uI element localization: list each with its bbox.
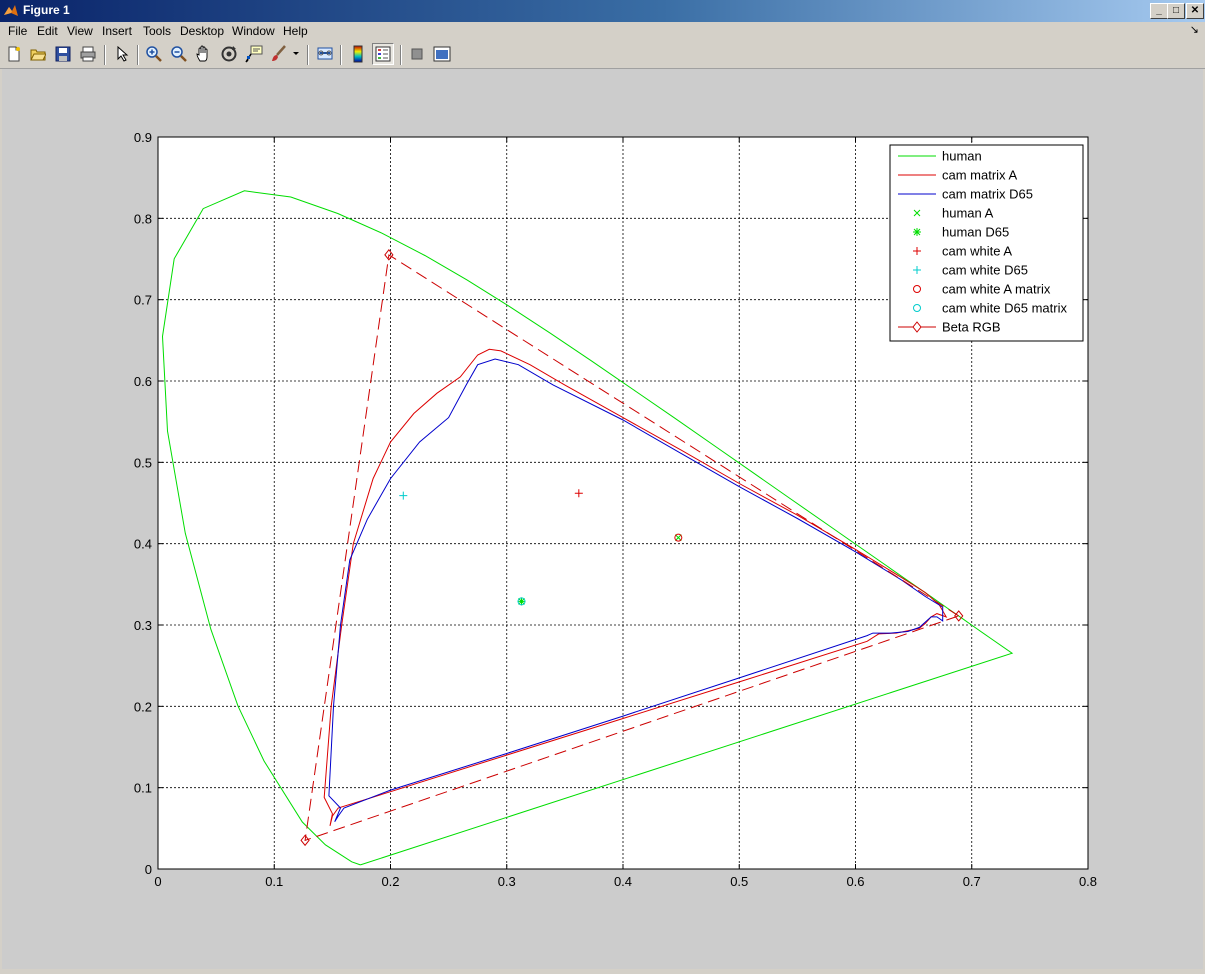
- menu-file[interactable]: File: [7, 24, 28, 38]
- y-tick-label: 0.5: [134, 455, 152, 470]
- x-tick-label: 0: [154, 874, 161, 889]
- legend-label: cam white A matrix: [942, 282, 1051, 297]
- y-tick-label: 0.6: [134, 374, 152, 389]
- figure-canvas: 0 0.1 0.2 0.3 0.4 0.5 0.6 0.7 0.8 0 0.1 0.2 0.3 0.4 0.…: [2, 69, 1203, 969]
- legend-swatch-marker: [913, 228, 921, 236]
- print-button[interactable]: [77, 43, 99, 65]
- x-tick-label: 0.8: [1079, 874, 1097, 889]
- figure-toolbar: [0, 41, 1205, 69]
- toolbar-separator: [340, 45, 342, 65]
- menu-bar: File Edit View Insert Tools Desktop Wind…: [0, 22, 1205, 41]
- link-plot-icon: [317, 47, 333, 60]
- print-icon: [80, 46, 96, 62]
- hide-plot-tools-button[interactable]: [406, 43, 428, 65]
- legend-label: human D65: [942, 225, 1009, 240]
- zoom-in-icon: [146, 46, 162, 62]
- menu-desktop[interactable]: Desktop: [179, 24, 225, 38]
- legend-label: cam matrix A: [942, 168, 1017, 183]
- toolbar-separator: [307, 45, 309, 65]
- legend-label: human A: [942, 206, 994, 221]
- new-figure-button[interactable]: [3, 43, 25, 65]
- edit-plot-button[interactable]: [111, 43, 133, 65]
- matlab-icon: [4, 5, 18, 16]
- open-file-button[interactable]: [27, 43, 49, 65]
- edit-plot-arrow-icon: [117, 46, 129, 62]
- minimize-icon: _: [1156, 5, 1162, 16]
- data-cursor-icon: [245, 45, 263, 63]
- plot-area[interactable]: 0 0.1 0.2 0.3 0.4 0.5 0.6 0.7 0.8 0 0.1 0.2 0.3 0.4 0.…: [2, 69, 1203, 969]
- zoom-in-button[interactable]: [143, 43, 165, 65]
- open-file-icon: [30, 49, 46, 61]
- x-tick-label: 0.4: [614, 874, 632, 889]
- undock-arrow-icon[interactable]: ↘: [1190, 23, 1199, 36]
- save-icon: [55, 46, 71, 62]
- insert-colorbar-button[interactable]: [347, 43, 369, 65]
- legend-icon: [375, 46, 391, 62]
- menu-tools[interactable]: Tools: [142, 24, 172, 38]
- hide-plot-tools-icon: [411, 48, 423, 60]
- title-bar: Figure 1 _ □ ✕: [0, 0, 1205, 22]
- save-button[interactable]: [52, 43, 74, 65]
- legend[interactable]: human cam matrix A cam matrix D65 human A hu…: [889, 144, 1084, 342]
- menu-insert[interactable]: Insert: [101, 24, 133, 38]
- data-cursor-button[interactable]: [243, 43, 265, 65]
- y-tick-label: 0.1: [134, 781, 152, 796]
- menu-help[interactable]: Help: [282, 24, 309, 38]
- brush-icon: [272, 45, 286, 61]
- menu-window[interactable]: Window: [231, 24, 276, 38]
- link-plot-button[interactable]: [314, 43, 336, 65]
- menu-edit[interactable]: Edit: [36, 24, 59, 38]
- y-tick-label: 0.8: [134, 211, 152, 226]
- colorbar-icon: [353, 45, 363, 63]
- pan-button[interactable]: [193, 43, 215, 65]
- legend-label: cam white D65 matrix: [942, 301, 1067, 316]
- y-tick-label: 0.2: [134, 699, 152, 714]
- rotate-3d-button[interactable]: [218, 43, 240, 65]
- toolbar-separator: [400, 45, 402, 65]
- close-icon: ✕: [1190, 5, 1200, 16]
- x-tick-label: 0.5: [730, 874, 748, 889]
- legend-label: cam white D65: [942, 263, 1028, 278]
- x-tick-label: 0.3: [498, 874, 516, 889]
- rotate-3d-icon: [221, 46, 237, 62]
- x-tick-label: 0.1: [265, 874, 283, 889]
- toolbar-separator: [137, 45, 139, 65]
- x-tick-label: 0.2: [381, 874, 399, 889]
- x-tick-label: 0.7: [963, 874, 981, 889]
- legend-label: cam matrix D65: [942, 187, 1033, 202]
- chevron-down-icon: [293, 52, 299, 55]
- show-plot-tools-icon: [433, 46, 451, 62]
- show-plot-tools-button[interactable]: [431, 43, 453, 65]
- zoom-out-icon: [171, 46, 187, 62]
- y-tick-label: 0.9: [134, 130, 152, 145]
- window-title: Figure 1: [23, 3, 70, 17]
- x-tick-label: 0.6: [846, 874, 864, 889]
- new-figure-icon: [8, 46, 20, 62]
- insert-legend-button[interactable]: [372, 43, 394, 65]
- y-tick-label: 0.7: [134, 293, 152, 308]
- y-tick-label: 0.4: [134, 537, 152, 552]
- legend-label: human: [942, 149, 982, 164]
- menu-view[interactable]: View: [66, 24, 94, 38]
- close-button[interactable]: ✕: [1186, 3, 1204, 19]
- maximize-button[interactable]: □: [1167, 3, 1185, 19]
- brush-dropdown[interactable]: [290, 43, 302, 65]
- minimize-button[interactable]: _: [1150, 3, 1168, 19]
- legend-label: Beta RGB: [942, 320, 1001, 335]
- y-tick-label: 0.3: [134, 618, 152, 633]
- y-tick-label: 0: [145, 862, 152, 877]
- pan-hand-icon: [196, 45, 208, 62]
- brush-button[interactable]: [268, 43, 290, 65]
- zoom-out-button[interactable]: [168, 43, 190, 65]
- toolbar-separator: [104, 45, 106, 65]
- maximize-icon: □: [1172, 5, 1180, 16]
- legend-label: cam white A: [942, 244, 1012, 259]
